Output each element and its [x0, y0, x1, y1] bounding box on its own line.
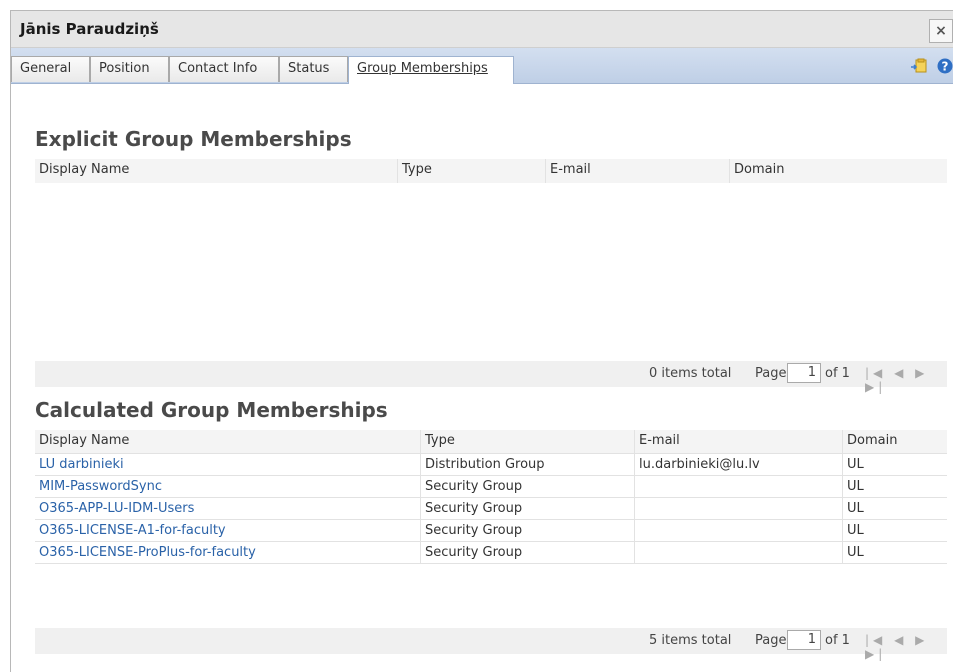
pager-navigation-icons[interactable]: |◀ ◀ ▶ ▶|: [865, 366, 947, 394]
column-header-domain[interactable]: Domain: [729, 159, 947, 183]
items-total: 0 items total: [649, 366, 732, 381]
pager-navigation-icons[interactable]: |◀ ◀ ▶ ▶|: [865, 633, 947, 661]
group-domain: UL: [842, 520, 947, 541]
close-button[interactable]: ×: [929, 19, 953, 43]
column-header-type[interactable]: Type: [420, 430, 634, 453]
calculated-pager: 5 items total Page 1 of 1 |◀ ◀ ▶ ▶|: [35, 628, 947, 661]
page-count: of 1: [825, 366, 850, 381]
dialog-title: Jānis Paraudziņš: [20, 20, 159, 38]
group-domain: UL: [842, 498, 947, 519]
group-name-link[interactable]: MIM-PasswordSync: [35, 476, 420, 497]
column-header-display-name[interactable]: Display Name: [35, 159, 397, 183]
tab-general[interactable]: General: [11, 56, 90, 82]
page-label: Page: [755, 633, 787, 648]
tab-status[interactable]: Status: [279, 56, 348, 82]
table-row[interactable]: O365-LICENSE-ProPlus-for-faculty Securit…: [35, 542, 947, 564]
calculated-header-row: Display Name Type E-mail Domain: [35, 430, 947, 454]
explicit-pager: 0 items total Page 1 of 1 |◀ ◀ ▶ ▶|: [35, 361, 947, 394]
column-header-domain[interactable]: Domain: [842, 430, 947, 453]
group-type: Distribution Group: [420, 454, 634, 475]
tab-bar: General Position Contact Info Status Gro…: [11, 48, 953, 84]
group-name-link[interactable]: LU darbinieki: [35, 454, 420, 475]
table-row[interactable]: O365-LICENSE-A1-for-faculty Security Gro…: [35, 520, 947, 542]
group-name-link[interactable]: O365-LICENSE-A1-for-faculty: [35, 520, 420, 541]
column-header-display-name[interactable]: Display Name: [35, 430, 420, 453]
group-email: [634, 498, 842, 519]
group-domain: UL: [842, 454, 947, 475]
group-email: [634, 476, 842, 497]
group-type: Security Group: [420, 520, 634, 541]
help-icon[interactable]: ?: [937, 58, 953, 74]
tab-contact-info[interactable]: Contact Info: [169, 56, 279, 82]
group-domain: UL: [842, 542, 947, 563]
table-row[interactable]: LU darbinieki Distribution Group lu.darb…: [35, 454, 947, 476]
tab-group-memberships[interactable]: Group Memberships: [348, 56, 514, 84]
svg-text:?: ?: [942, 60, 949, 74]
dialog-window: Jānis Paraudziņš × General Position Cont…: [10, 10, 953, 672]
page-number-input[interactable]: 1: [787, 630, 821, 650]
table-row[interactable]: MIM-PasswordSync Security Group UL: [35, 476, 947, 498]
group-type: Security Group: [420, 542, 634, 563]
table-row[interactable]: O365-APP-LU-IDM-Users Security Group UL: [35, 498, 947, 520]
group-type: Security Group: [420, 476, 634, 497]
tab-position[interactable]: Position: [90, 56, 169, 82]
export-icon[interactable]: [910, 58, 927, 74]
page-label: Page: [755, 366, 787, 381]
items-total: 5 items total: [649, 633, 732, 648]
title-bar: Jānis Paraudziņš ×: [11, 11, 953, 48]
page-number-input[interactable]: 1: [787, 363, 821, 383]
explicit-header-row: Display Name Type E-mail Domain: [35, 159, 947, 183]
group-domain: UL: [842, 476, 947, 497]
explicit-section-title: Explicit Group Memberships: [35, 127, 352, 151]
group-email: [634, 520, 842, 541]
column-header-type[interactable]: Type: [397, 159, 545, 183]
group-type: Security Group: [420, 498, 634, 519]
column-header-email[interactable]: E-mail: [634, 430, 842, 453]
page-count: of 1: [825, 633, 850, 648]
column-header-email[interactable]: E-mail: [545, 159, 729, 183]
group-name-link[interactable]: O365-APP-LU-IDM-Users: [35, 498, 420, 519]
group-name-link[interactable]: O365-LICENSE-ProPlus-for-faculty: [35, 542, 420, 563]
calculated-section-title: Calculated Group Memberships: [35, 398, 388, 422]
group-email: [634, 542, 842, 563]
group-email: lu.darbinieki@lu.lv: [634, 454, 842, 475]
